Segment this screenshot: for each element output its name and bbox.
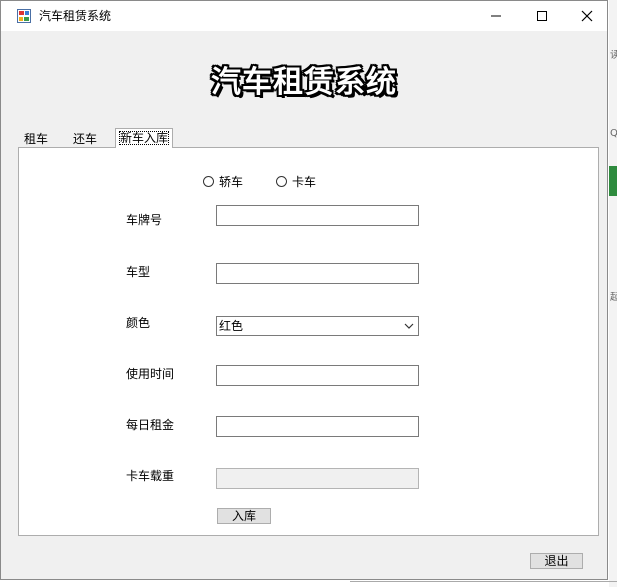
radio-button-circle[interactable] — [203, 176, 214, 187]
tab-rent[interactable]: 租车 — [21, 131, 51, 148]
radio-button-circle[interactable] — [276, 176, 287, 187]
plate-label: 车牌号 — [126, 213, 163, 227]
minimize-icon — [491, 15, 501, 17]
color-label: 颜色 — [126, 316, 151, 330]
maximize-icon — [537, 11, 547, 21]
tab-new-car[interactable]: 新车入库 — [115, 128, 174, 148]
close-button[interactable] — [564, 1, 610, 31]
usage-time-input[interactable] — [216, 365, 419, 386]
app-window: 汽车租赁系统 汽车租赁系统 租车 还车 新车入库 轿车 卡车 车牌号 车型 颜色… — [0, 0, 608, 580]
window-title: 汽车租赁系统 — [39, 9, 112, 23]
usage-time-label: 使用时间 — [126, 367, 175, 381]
radio-sedan-label: 轿车 — [219, 175, 244, 189]
chevron-down-icon — [404, 323, 414, 329]
color-select-value: 红色 — [219, 319, 244, 333]
background-text-fragment: 读 — [610, 50, 617, 61]
close-icon — [581, 10, 593, 22]
exit-button[interactable]: 退出 — [530, 553, 583, 569]
title-bar: 汽车租赁系统 — [1, 1, 607, 31]
tab-new-car-label: 新车入库 — [119, 131, 170, 145]
submit-button[interactable]: 入库 — [217, 508, 271, 524]
model-input[interactable] — [216, 263, 419, 284]
plate-input[interactable] — [216, 205, 419, 226]
daily-rent-input[interactable] — [216, 416, 419, 437]
background-divider — [350, 581, 617, 582]
model-label: 车型 — [126, 265, 151, 279]
radio-truck[interactable]: 卡车 — [276, 173, 316, 190]
color-select[interactable]: 红色 — [216, 316, 419, 336]
truck-load-input[interactable] — [216, 468, 419, 489]
background-text-fragment: 起 — [610, 292, 617, 303]
truck-load-label: 卡车载重 — [126, 469, 175, 483]
minimize-button[interactable] — [473, 1, 519, 31]
daily-rent-label: 每日租金 — [126, 418, 175, 432]
radio-truck-label: 卡车 — [292, 175, 317, 189]
maximize-button[interactable] — [519, 1, 565, 31]
background-green-button — [609, 166, 617, 196]
radio-sedan[interactable]: 轿车 — [203, 173, 243, 190]
background-search-fragment: Q — [610, 128, 617, 139]
tab-return[interactable]: 还车 — [70, 131, 100, 148]
app-icon — [17, 9, 31, 23]
page-title: 汽车租赁系统 — [211, 65, 397, 100]
